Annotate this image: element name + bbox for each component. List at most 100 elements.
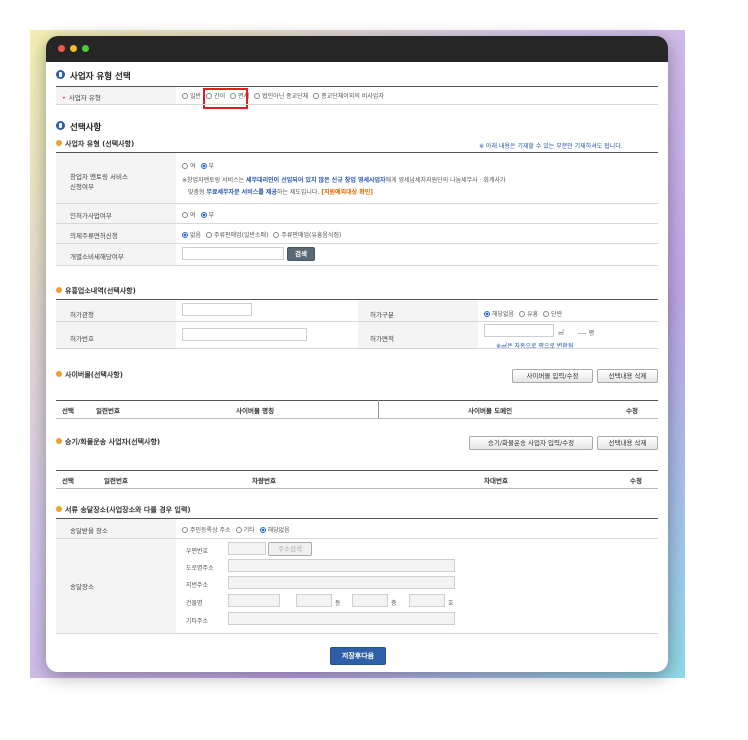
divider <box>56 470 658 471</box>
section-info-icon <box>56 70 65 79</box>
lot-address-label: 지번주소 <box>186 582 209 589</box>
other-address-input[interactable] <box>228 612 455 625</box>
mentoring-yes[interactable]: 여 <box>182 163 196 170</box>
excise-search-button[interactable]: 검색 <box>287 247 315 261</box>
liquor-label: 의제주류면허신청 <box>70 232 118 240</box>
place-none[interactable]: 해당없음 <box>259 527 290 534</box>
unit-m2: ㎡ <box>558 330 565 337</box>
minimize-dot-icon[interactable] <box>70 45 77 52</box>
divider <box>56 104 658 105</box>
maximize-dot-icon[interactable] <box>82 45 89 52</box>
type-danran[interactable]: 단란 <box>543 311 562 318</box>
number-input[interactable] <box>182 328 307 341</box>
divider <box>56 418 658 419</box>
subsection-title-cybermall: 사이버몰(선택사항) <box>65 371 123 379</box>
type-label: 허가구분 <box>370 311 394 319</box>
column-header: 차대번호 <box>484 477 508 485</box>
divider <box>56 633 658 634</box>
column-header: 선택 <box>62 477 74 485</box>
divider <box>56 321 658 322</box>
lot-address-input[interactable] <box>228 576 455 589</box>
permit-yes[interactable]: 여 <box>182 212 196 219</box>
liquor-options: 없음 주류판매업(일반소매) 주류판매업(유흥음식점) <box>182 230 346 239</box>
mentoring-label-line1: 창업자 멘토링 서비스 <box>70 173 128 181</box>
section-title-optional: 선택사항 <box>70 123 102 133</box>
form-content: 사업자 유형 선택 • 사업자 유형 일반 간이 면세 법인아닌 종교단체 종교단체이외의… <box>46 62 668 672</box>
exception-link[interactable]: [지원예외대상 확인] <box>321 189 373 196</box>
permit-type-options: 해당없음 유흥 단란 <box>484 309 567 318</box>
road-address-label: 도로명주소 <box>186 565 214 572</box>
permit-no[interactable]: 부 <box>200 212 214 219</box>
type-none[interactable]: 해당없음 <box>484 311 514 318</box>
column-header: 사이버몰 도메인 <box>468 407 513 415</box>
divider <box>56 348 658 349</box>
unit-pyeong: ---- 평 <box>578 330 595 337</box>
column-header: 수정 <box>626 407 638 415</box>
save-next-button[interactable]: 저장후다음 <box>330 647 386 665</box>
floor-unit: 층 <box>391 600 397 607</box>
close-dot-icon[interactable] <box>58 45 65 52</box>
option-non-business[interactable]: 종교단체이외의 비사업자 <box>313 93 384 100</box>
bullet-icon <box>56 438 62 444</box>
delivery-place-options: 주민등록상 주소 기타 해당없음 <box>182 525 295 534</box>
place-other[interactable]: 기타 <box>235 527 255 534</box>
option-religious[interactable]: 법인아닌 종교단체 <box>254 93 308 100</box>
divider <box>56 400 658 401</box>
subsection-title-type: 사업자 유형 (선택사항) <box>65 140 135 148</box>
type-entertainment[interactable]: 유흥 <box>519 311 538 318</box>
column-header: 수정 <box>630 477 642 485</box>
mentoring-label-line2: 신청여부 <box>70 183 94 191</box>
zip-label: 우편번호 <box>186 548 209 555</box>
subsection-title-transport: 승기/화물운송 사업자(선택사항) <box>65 438 161 446</box>
office-label: 허가관청 <box>70 311 94 319</box>
building-label: 건물명 <box>186 600 203 607</box>
bullet-icon <box>56 140 62 146</box>
optional-note: ※ 아래 내용은 기재할 수 있는 부분만 기재하셔도 됩니다. <box>479 143 623 150</box>
dong-input[interactable] <box>296 594 332 607</box>
transport-delete-button[interactable]: 선택내용 삭제 <box>597 436 658 450</box>
column-header: 사이버몰 명칭 <box>236 407 275 415</box>
floor-input[interactable] <box>352 594 388 607</box>
area-label: 허가면적 <box>370 335 394 343</box>
mentoring-no[interactable]: 부 <box>200 163 214 170</box>
bullet-icon <box>56 287 62 293</box>
section-info-icon <box>56 121 65 130</box>
transport-input-button[interactable]: 승기/화물운송 사업자 입력/수정 <box>469 436 593 450</box>
delivery-place-label: 송달받을 장소 <box>70 527 108 535</box>
highlight-box <box>203 88 248 109</box>
other-address-label: 기타주소 <box>186 618 209 625</box>
permit-options: 여부 <box>182 210 219 219</box>
mentoring-options: 여부 <box>182 161 219 170</box>
dong-unit: 동 <box>335 600 341 607</box>
office-input[interactable] <box>182 303 252 316</box>
cybermall-input-button[interactable]: 사이버몰 입력/수정 <box>512 369 593 383</box>
number-label: 허가번호 <box>70 335 94 343</box>
cybermall-delete-button[interactable]: 선택내용 삭제 <box>597 369 658 383</box>
column-header: 선택 <box>62 407 74 415</box>
column-divider <box>378 400 379 418</box>
divider <box>56 265 658 266</box>
subsection-title-delivery: 서류 송달장소(사업장소와 다를 경우 입력) <box>65 506 191 514</box>
area-input[interactable] <box>484 324 554 337</box>
section-title-business-type: 사업자 유형 선택 <box>70 72 131 82</box>
road-address-input[interactable] <box>228 559 455 572</box>
liquor-retail[interactable]: 주류판매업(일반소매) <box>206 232 268 239</box>
delivery-address-label: 송달장소 <box>70 583 94 591</box>
ho-unit: 호 <box>448 600 454 607</box>
mentoring-note-line2: 맞춤형 무료세무자문 서비스를 제공하는 제도입니다. [지원예외대상 확인] <box>188 189 373 196</box>
zip-input[interactable] <box>228 542 266 555</box>
divider <box>56 488 658 489</box>
excise-input[interactable] <box>182 247 284 260</box>
ho-input[interactable] <box>409 594 445 607</box>
excise-label: 개별소비세해당여부 <box>70 253 124 261</box>
building-input[interactable] <box>228 594 280 607</box>
address-search-button[interactable]: 주소검색 <box>268 542 312 556</box>
column-header: 차량번호 <box>252 477 276 485</box>
permit-label: 인허가사업여부 <box>70 212 112 220</box>
option-general[interactable]: 일반 <box>182 93 201 100</box>
business-type-label: • 사업자 유형 <box>62 94 101 102</box>
liquor-none[interactable]: 없음 <box>182 232 201 239</box>
liquor-entertainment[interactable]: 주류판매업(유흥음식점) <box>273 232 341 239</box>
column-header: 일련번호 <box>104 477 128 485</box>
place-resident[interactable]: 주민등록상 주소 <box>182 527 231 534</box>
